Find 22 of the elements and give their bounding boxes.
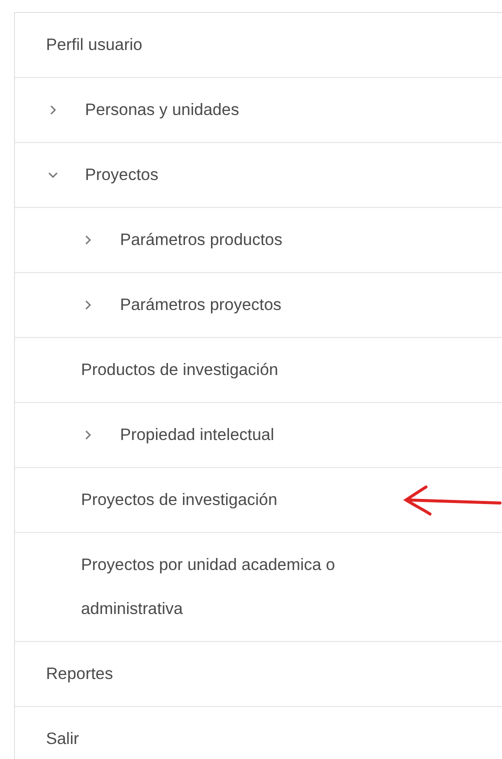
menu-item-label: Perfil usuario — [46, 35, 142, 56]
menu-item[interactable]: Salir — [15, 707, 502, 759]
menu-item-label: Salir — [46, 729, 80, 750]
menu-item[interactable]: Proyectos — [15, 143, 502, 208]
menu-item-label: Proyectos por unidad academica o administrativa — [81, 555, 336, 620]
menu-item[interactable]: Personas y unidades — [15, 78, 502, 143]
menu-item[interactable]: Proyectos de investigación — [15, 468, 502, 533]
menu-item-label: Proyectos — [85, 165, 158, 186]
menu-item-label: Parámetros productos — [120, 230, 282, 251]
menu-item-label: Reportes — [46, 664, 113, 685]
menu-item-label: Propiedad intelectual — [120, 425, 274, 446]
menu-item[interactable]: Productos de investigación — [15, 338, 502, 403]
menu-item-label: Proyectos de investigación — [81, 490, 278, 511]
menu-item[interactable]: Reportes — [15, 642, 502, 707]
menu-item-label: Personas y unidades — [85, 100, 240, 121]
menu-item-label: Parámetros proyectos — [120, 295, 282, 316]
menu-item[interactable]: Perfil usuario — [15, 13, 502, 78]
menu-item-label: Productos de investigación — [81, 360, 278, 381]
menu-item[interactable]: Proyectos por unidad academica o administrativa — [15, 533, 502, 642]
menu-item[interactable]: Parámetros productos — [15, 208, 502, 273]
menu-item[interactable]: Propiedad intelectual — [15, 403, 502, 468]
menu-item[interactable]: Parámetros proyectos — [15, 273, 502, 338]
